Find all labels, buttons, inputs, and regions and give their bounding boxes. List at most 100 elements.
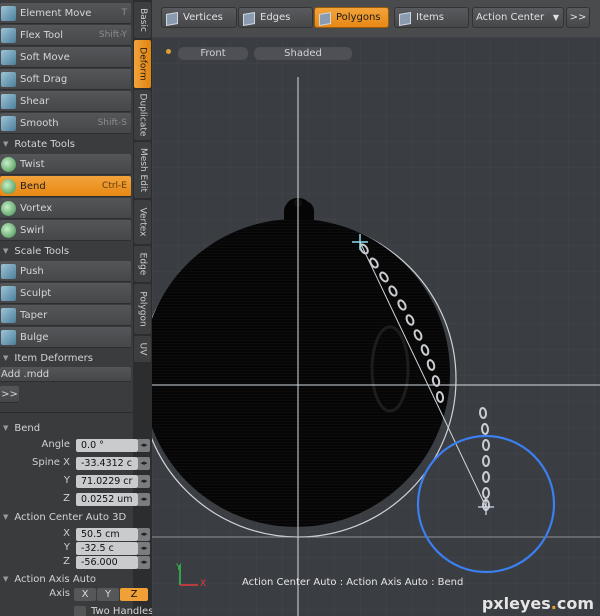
tab-edge[interactable]: Edge (134, 246, 151, 282)
more-label: >> (1, 388, 18, 400)
add-mdd-button[interactable]: Add .mdd (0, 367, 131, 382)
tab-label: Edge (137, 252, 148, 276)
selection-toolbar: Vertices Edges Polygons Items Action Cen… (152, 0, 600, 37)
bend-header[interactable]: ▼ Bend (0, 421, 133, 435)
polygons-cube-icon (318, 11, 331, 24)
tool-label: Swirl (20, 224, 45, 236)
ac-x-stepper[interactable]: ◂▸ (138, 528, 150, 541)
spine-z-field[interactable]: 0.0252 um (76, 493, 138, 506)
tool-label: Taper (20, 309, 48, 321)
angle-stepper[interactable]: ◂▸ (138, 439, 150, 452)
soft-drag-icon (1, 71, 16, 87)
button-label: >> (569, 12, 587, 23)
twist-icon (1, 156, 16, 172)
button-label: Edges (260, 12, 291, 23)
sculpt-icon (1, 285, 16, 301)
ac-y-field[interactable]: -32.5 c (76, 542, 138, 555)
section-title: Scale Tools (14, 245, 70, 257)
tool-taper[interactable]: Taper (0, 305, 131, 326)
edges-button[interactable]: Edges (238, 7, 313, 28)
tool-bend[interactable]: Bend Ctrl-E (0, 176, 131, 197)
polygons-button[interactable]: Polygons (314, 7, 389, 28)
tool-bulge[interactable]: Bulge (0, 327, 131, 348)
tool-label: Add .mdd (1, 368, 50, 380)
bulge-icon (1, 329, 16, 345)
tool-twist[interactable]: Twist (0, 154, 131, 175)
button-label: Polygons (336, 12, 381, 23)
tool-swirl[interactable]: Swirl (0, 220, 131, 241)
flex-tool-icon (1, 27, 16, 43)
view-front-button[interactable]: Front (178, 47, 248, 60)
tool-push[interactable]: Push (0, 261, 131, 282)
axis-x-label: X (200, 579, 207, 589)
ac-z-field[interactable]: -56.000 (76, 556, 138, 569)
two-handles-checkbox[interactable] (74, 606, 86, 616)
taper-icon (1, 307, 16, 323)
button-label: Vertices (183, 12, 223, 23)
tab-mesh-edit[interactable]: Mesh Edit (134, 142, 151, 198)
spine-x-field[interactable]: -33.4312 c (76, 457, 138, 470)
ac-y-stepper[interactable]: ◂▸ (138, 542, 150, 555)
item-deformers-header[interactable]: ▼ Item Deformers (0, 351, 133, 365)
tool-vortex[interactable]: Vortex (0, 198, 131, 219)
action-center-header[interactable]: ▼ Action Center Auto 3D (0, 510, 133, 524)
bend-icon (1, 178, 16, 194)
items-button[interactable]: Items (394, 7, 469, 28)
ac-y-label: Y (63, 542, 70, 553)
viewport-dot-icon (166, 49, 171, 54)
tool-flex[interactable]: Flex Tool Shift-Y (0, 25, 131, 46)
rotate-tools-header[interactable]: ▼ Rotate Tools (0, 137, 133, 151)
vertices-button[interactable]: Vertices (161, 7, 237, 28)
two-handles-label: Two Handles (91, 606, 154, 616)
expand-toolbar-button[interactable]: >> (566, 7, 590, 28)
spine-y-stepper[interactable]: ◂▸ (138, 475, 150, 488)
section-title: Bend (14, 422, 41, 434)
tab-label: Basic (137, 8, 148, 32)
angle-label: Angle (41, 439, 70, 450)
action-center-dropdown[interactable]: Action Center ▼ (472, 7, 564, 28)
tool-shear[interactable]: Shear (0, 91, 131, 112)
watermark-domain-visible: com (556, 594, 594, 613)
tab-polygon[interactable]: Polygon (134, 284, 151, 334)
spine-x-stepper[interactable]: ◂▸ (138, 457, 150, 470)
scale-tools-header[interactable]: ▼ Scale Tools (0, 244, 133, 258)
spine-z-stepper[interactable]: ◂▸ (138, 493, 150, 506)
shortcut: Ctrl-E (102, 181, 127, 191)
ac-z-stepper[interactable]: ◂▸ (138, 556, 150, 569)
tab-uv[interactable]: UV (134, 336, 151, 362)
soft-move-icon (1, 49, 16, 65)
tool-soft-move[interactable]: Soft Move (0, 47, 131, 68)
viewport-scene (152, 37, 600, 616)
collapse-triangle-icon: ▼ (3, 354, 9, 362)
tab-duplicate[interactable]: Duplicate (134, 90, 151, 140)
spine-y-field[interactable]: 71.0229 cr (76, 475, 138, 488)
action-axis-header[interactable]: ▼ Action Axis Auto (0, 572, 133, 586)
tool-label: Bend (20, 180, 46, 192)
tab-vertex[interactable]: Vertex (134, 200, 151, 244)
tool-soft-drag[interactable]: Soft Drag (0, 69, 131, 90)
tab-label: UV (137, 342, 148, 356)
tool-sculpt[interactable]: Sculpt (0, 283, 131, 304)
axis-x-button[interactable]: X (74, 588, 96, 601)
tool-label: Sculpt (20, 287, 52, 299)
tool-smooth[interactable]: Smooth Shift-S (0, 113, 131, 134)
tool-label: Soft Drag (20, 73, 68, 85)
tab-basic[interactable]: Basic (134, 2, 151, 38)
angle-field[interactable]: 0.0 ° (76, 439, 138, 452)
watermark: pxleyes.com (482, 594, 594, 613)
tool-label: Bulge (20, 331, 49, 343)
ac-x-field[interactable]: 50.5 cm (76, 528, 138, 541)
3d-viewport[interactable]: Front Shaded Y X Action Center Auto : Ac… (152, 37, 600, 616)
tool-label: Push (20, 265, 44, 277)
chevron-down-icon: ▼ (552, 13, 559, 22)
edges-cube-icon (242, 11, 255, 24)
axis-y-button[interactable]: Y (97, 588, 119, 601)
spine-y-label: Y (63, 475, 70, 486)
more-tools-button[interactable]: >> (0, 386, 19, 403)
axis-z-button[interactable]: Z (120, 588, 148, 601)
ac-x-label: X (63, 528, 70, 539)
tool-element-move[interactable]: Element Move T (0, 3, 131, 24)
tab-deform[interactable]: Deform (134, 40, 151, 88)
section-title: Action Axis Auto (14, 573, 97, 585)
view-shaded-button[interactable]: Shaded (254, 47, 352, 60)
